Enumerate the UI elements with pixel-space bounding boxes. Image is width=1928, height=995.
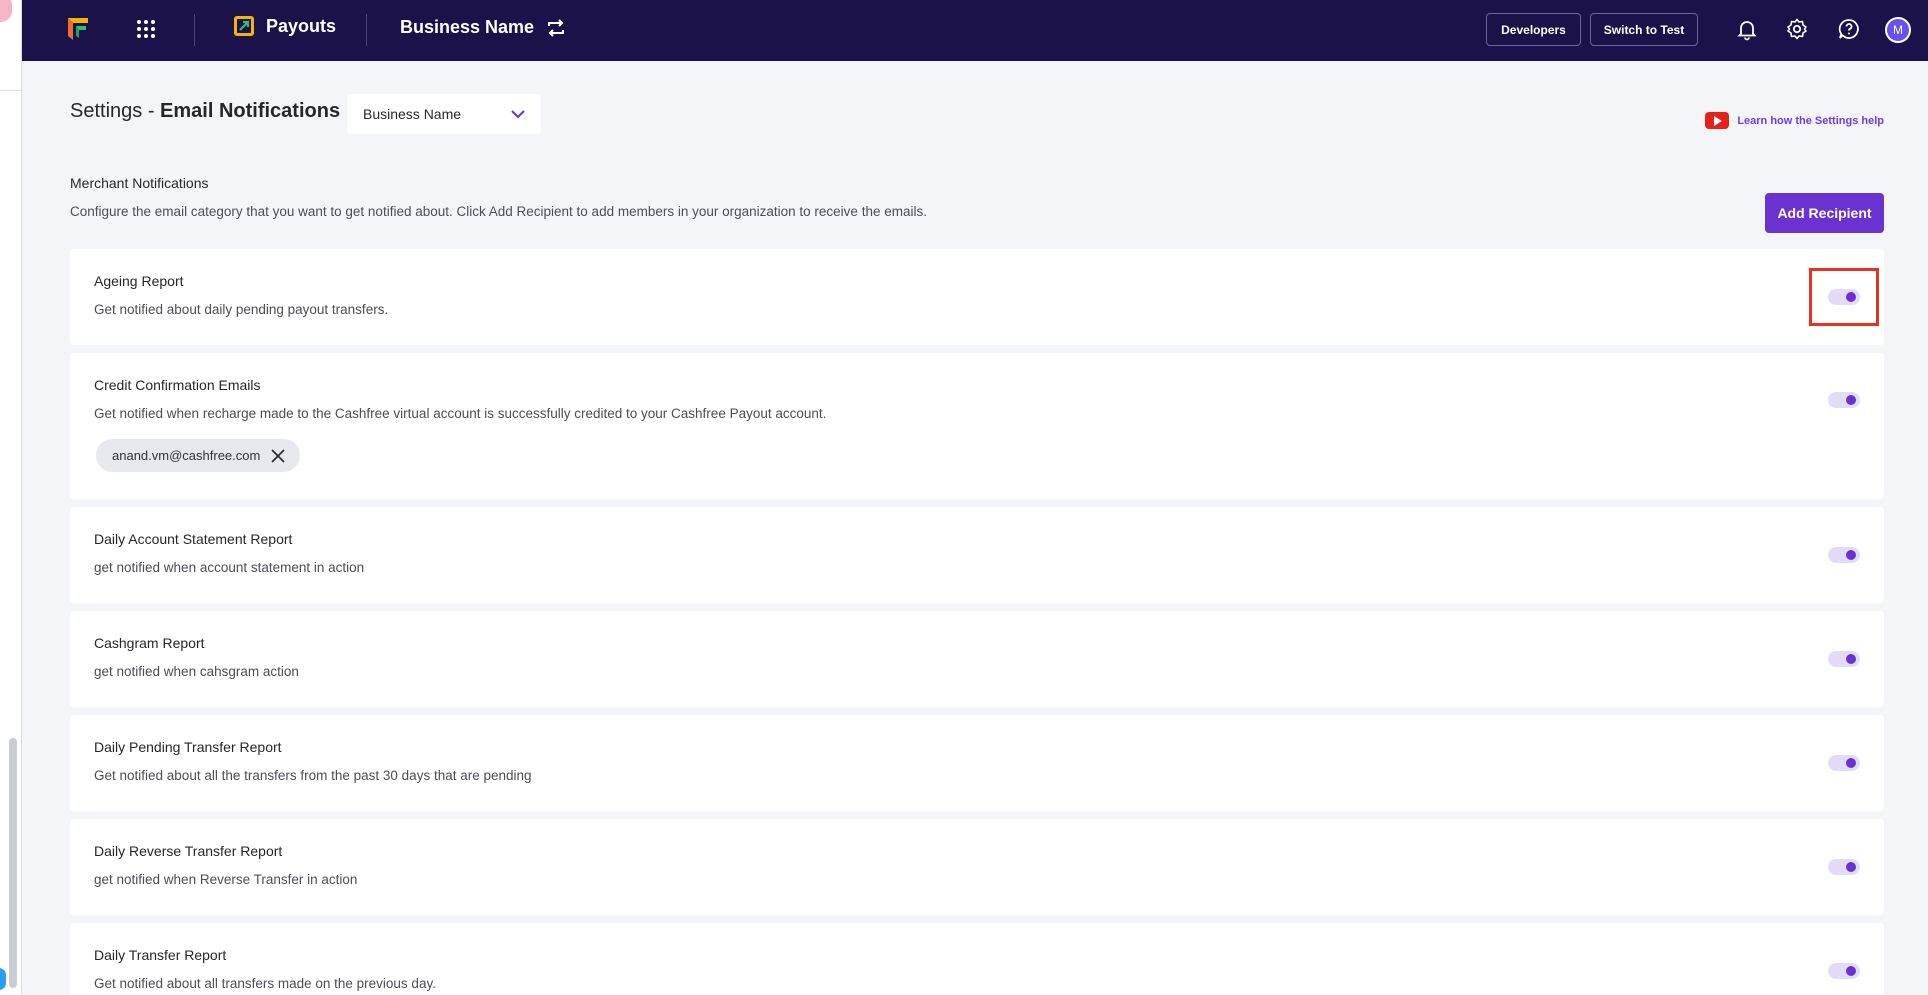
developers-button[interactable]: Developers	[1486, 13, 1581, 46]
notification-toggle[interactable]	[1828, 547, 1860, 563]
browser-side-strip	[0, 0, 22, 995]
notification-toggle[interactable]	[1828, 859, 1860, 875]
menu-dots-icon[interactable]	[0, 0, 12, 22]
notification-title: Daily Reverse Transfer Report	[94, 843, 283, 859]
avatar[interactable]: M	[1885, 17, 1911, 43]
notification-card-daily-transfer-report: Daily Transfer Report Get notified about…	[70, 923, 1884, 995]
help-icon[interactable]	[1837, 17, 1861, 41]
business-select-value: Business Name	[363, 106, 462, 122]
help-bubble-icon[interactable]	[0, 968, 6, 990]
notification-description: Get notified about all the transfers fro…	[94, 768, 532, 783]
notification-list: Ageing Report Get notified about daily p…	[70, 249, 1884, 995]
notification-description: get notified when Reverse Transfer in ac…	[94, 872, 358, 887]
notification-description: get notified when cahsgram action	[94, 664, 299, 679]
section-description: Configure the email category that you wa…	[70, 204, 927, 219]
learn-settings-link[interactable]: Learn how the Settings help	[1705, 112, 1884, 129]
notification-title: Ageing Report	[94, 273, 184, 289]
header-divider	[366, 14, 367, 46]
business-select[interactable]: Business Name	[347, 94, 541, 134]
business-switcher[interactable]: Business Name	[400, 17, 566, 38]
notification-card-credit-confirmation: Credit Confirmation Emails Get notified …	[70, 353, 1884, 499]
youtube-icon	[1705, 112, 1730, 129]
payouts-icon	[234, 16, 254, 36]
notification-card-cashgram-report: Cashgram Report get notified when cahsgr…	[70, 611, 1884, 707]
toggle-knob	[1846, 395, 1856, 405]
toggle-knob	[1846, 966, 1856, 976]
close-icon[interactable]	[270, 448, 286, 464]
notification-title: Credit Confirmation Emails	[94, 377, 261, 393]
notification-toggle[interactable]	[1828, 392, 1860, 408]
notification-description: Get notified when recharge made to the C…	[94, 406, 827, 421]
toggle-knob	[1846, 758, 1856, 768]
notification-card-daily-reverse-transfer: Daily Reverse Transfer Report get notifi…	[70, 819, 1884, 915]
page-title-prefix: Settings -	[70, 100, 161, 122]
gear-icon[interactable]	[1785, 17, 1809, 41]
product-name: Payouts	[266, 15, 337, 36]
top-navigation-bar: Payouts Business Name Developers Switch …	[22, 0, 1928, 61]
divider	[0, 90, 22, 91]
notification-description: get notified when account statement in a…	[94, 560, 365, 575]
toggle-knob	[1846, 654, 1856, 664]
toggle-knob	[1846, 862, 1856, 872]
notification-card-daily-pending-transfer: Daily Pending Transfer Report Get notifi…	[70, 715, 1884, 811]
page-title: Settings - Email Notifications	[70, 100, 340, 123]
notification-toggle[interactable]	[1828, 289, 1860, 305]
notification-card-daily-account-statement: Daily Account Statement Report get notif…	[70, 507, 1884, 603]
notification-toggle[interactable]	[1828, 963, 1860, 979]
section-title: Merchant Notifications	[70, 175, 209, 191]
add-recipient-button[interactable]: Add Recipient	[1765, 193, 1884, 233]
notification-toggle[interactable]	[1828, 651, 1860, 667]
notification-card-ageing-report: Ageing Report Get notified about daily p…	[70, 249, 1884, 345]
learn-link-label: Learn how the Settings help	[1737, 114, 1884, 127]
scrollbar-thumb[interactable]	[9, 738, 17, 988]
switch-arrows-icon[interactable]	[546, 18, 566, 38]
recipient-chip: anand.vm@cashfree.com	[96, 439, 301, 472]
notification-description: Get notified about daily pending payout …	[94, 302, 389, 317]
cashfree-logo-icon[interactable]	[64, 14, 92, 42]
product-switcher[interactable]: Payouts	[232, 14, 336, 38]
recipient-email: anand.vm@cashfree.com	[112, 448, 261, 463]
notification-toggle[interactable]	[1828, 755, 1860, 771]
business-name: Business Name	[400, 17, 535, 37]
notification-title: Daily Pending Transfer Report	[94, 739, 282, 755]
chevron-down-icon	[511, 110, 525, 119]
switch-to-test-button[interactable]: Switch to Test	[1590, 13, 1698, 46]
app-grid-icon[interactable]	[136, 19, 156, 39]
notification-description: Get notified about all transfers made on…	[94, 976, 436, 991]
page-title-main: Email Notifications	[160, 100, 341, 122]
notification-title: Daily Transfer Report	[94, 947, 227, 963]
bell-icon[interactable]	[1735, 17, 1759, 41]
notification-title: Daily Account Statement Report	[94, 531, 293, 547]
notification-title: Cashgram Report	[94, 635, 205, 651]
header-divider	[194, 14, 195, 46]
toggle-knob	[1846, 292, 1856, 302]
toggle-knob	[1846, 550, 1856, 560]
